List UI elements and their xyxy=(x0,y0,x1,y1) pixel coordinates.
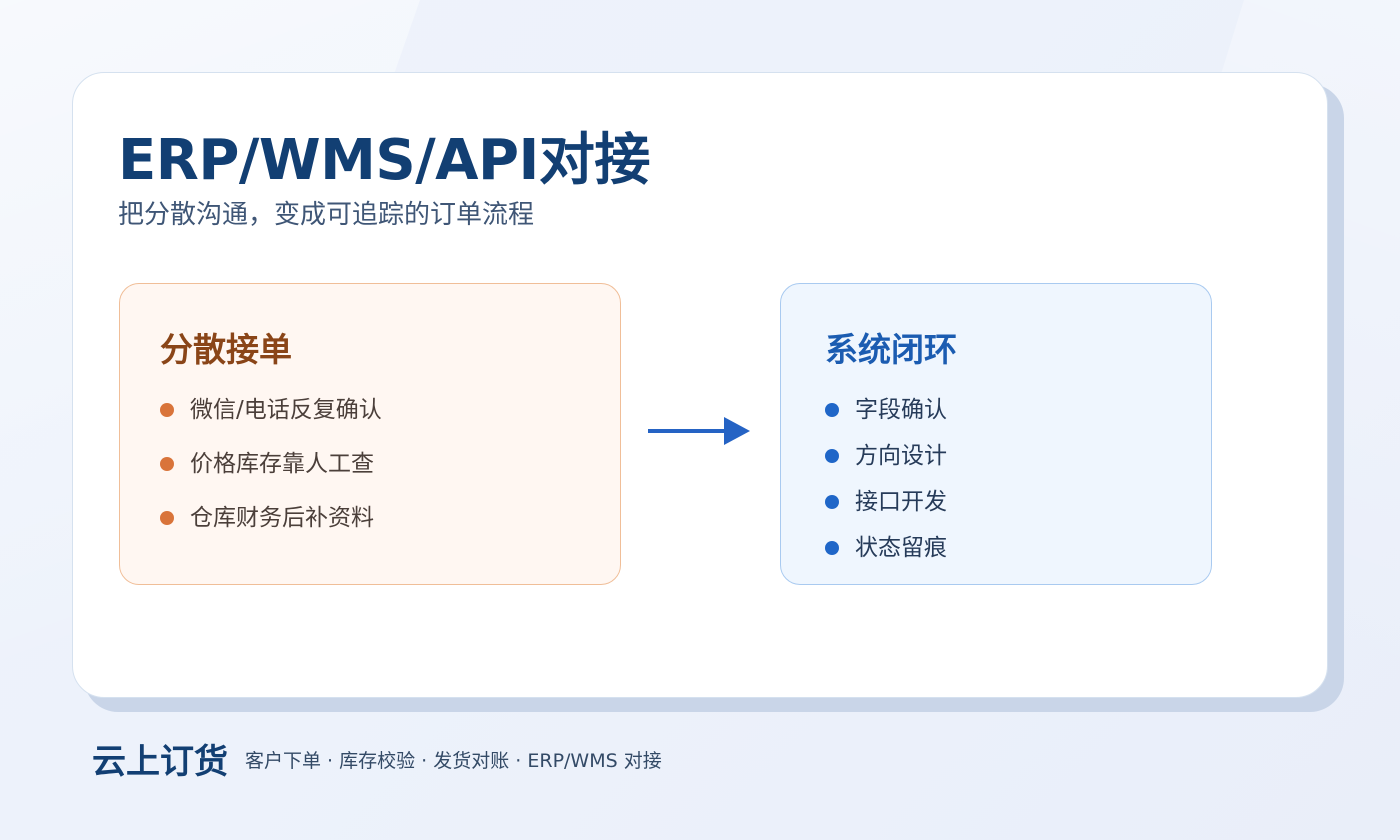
closed-loop-panel: 系统闭环 字段确认 方向设计 接口开发 状态留痕 xyxy=(780,283,1212,585)
bullet-dot-icon xyxy=(825,541,839,555)
list-item-label: 微信/电话反复确认 xyxy=(190,397,382,423)
list-item-label: 仓库财务后补资料 xyxy=(190,505,374,531)
bullet-dot-icon xyxy=(825,495,839,509)
list-item-label: 接口开发 xyxy=(855,489,947,515)
scattered-orders-list: 微信/电话反复确认 价格库存靠人工查 仓库财务后补资料 xyxy=(160,394,382,556)
arrow-right-icon xyxy=(648,417,750,445)
list-item: 微信/电话反复确认 xyxy=(160,394,382,448)
slide-title: ERP/WMS/API对接 xyxy=(118,128,650,193)
bullet-dot-icon xyxy=(160,403,174,417)
scattered-orders-heading: 分散接单 xyxy=(160,330,292,369)
brand-tagline: 客户下单 · 库存校验 · 发货对账 · ERP/WMS 对接 xyxy=(245,750,662,772)
list-item: 状态留痕 xyxy=(825,532,947,578)
list-item: 价格库存靠人工查 xyxy=(160,448,382,502)
brand-name: 云上订货 xyxy=(92,742,228,782)
list-item: 方向设计 xyxy=(825,440,947,486)
bullet-dot-icon xyxy=(825,449,839,463)
list-item: 字段确认 xyxy=(825,394,947,440)
list-item-label: 价格库存靠人工查 xyxy=(190,451,374,477)
bullet-dot-icon xyxy=(160,511,174,525)
list-item-label: 字段确认 xyxy=(855,397,947,423)
bullet-dot-icon xyxy=(160,457,174,471)
list-item-label: 状态留痕 xyxy=(855,535,947,561)
scattered-orders-panel: 分散接单 微信/电话反复确认 价格库存靠人工查 仓库财务后补资料 xyxy=(119,283,621,585)
bullet-dot-icon xyxy=(825,403,839,417)
closed-loop-list: 字段确认 方向设计 接口开发 状态留痕 xyxy=(825,394,947,578)
closed-loop-heading: 系统闭环 xyxy=(825,330,957,369)
slide-subtitle: 把分散沟通，变成可追踪的订单流程 xyxy=(118,200,535,230)
list-item-label: 方向设计 xyxy=(855,443,947,469)
list-item: 仓库财务后补资料 xyxy=(160,502,382,556)
list-item: 接口开发 xyxy=(825,486,947,532)
